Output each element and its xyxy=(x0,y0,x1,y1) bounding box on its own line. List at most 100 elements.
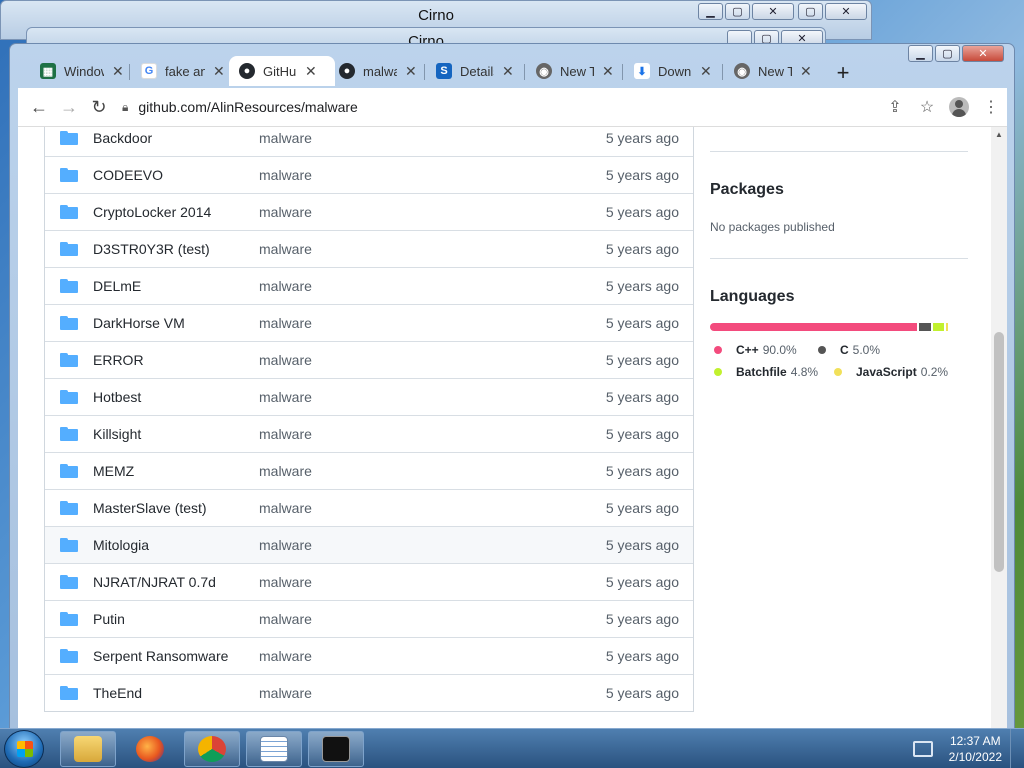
file-name-link[interactable]: Hotbest xyxy=(93,389,141,405)
tab-label: malware xyxy=(363,63,397,79)
profile-icon[interactable] xyxy=(947,92,971,122)
file-row[interactable]: CryptoLocker 2014 malware 5 years ago xyxy=(45,193,693,230)
file-name-link[interactable]: CryptoLocker 2014 xyxy=(93,204,211,220)
file-row[interactable]: NJRAT/NJRAT 0.7d malware 5 years ago xyxy=(45,563,693,600)
folder-icon xyxy=(60,686,78,700)
file-row[interactable]: CODEEVO malware 5 years ago xyxy=(45,156,693,193)
file-name-link[interactable]: TheEnd xyxy=(93,685,142,701)
file-name-link[interactable]: D3STR0Y3R (test) xyxy=(93,241,210,257)
close-tab-icon[interactable]: ✕ xyxy=(502,63,514,80)
file-name-link[interactable]: Killsight xyxy=(93,426,141,442)
folder-icon xyxy=(60,464,78,478)
taskbar-cmd[interactable] xyxy=(308,731,364,767)
scroll-up-arrow-icon[interactable]: ▲ xyxy=(995,130,1003,139)
reload-icon[interactable]: ↻ xyxy=(84,92,114,122)
commit-message-link[interactable]: malware xyxy=(259,537,312,553)
close-tab-icon[interactable]: ✕ xyxy=(800,63,812,80)
file-name-link[interactable]: CODEEVO xyxy=(93,167,163,183)
menu-kebab-icon[interactable]: ⋮ xyxy=(979,92,1003,122)
language-legend-item[interactable]: Batchfile 4.8% xyxy=(714,365,818,379)
commit-message-link[interactable]: malware xyxy=(259,130,312,146)
file-row[interactable]: DELmE malware 5 years ago xyxy=(45,267,693,304)
share-icon[interactable]: ⇪ xyxy=(883,92,907,122)
commit-message-link[interactable]: malware xyxy=(259,167,312,183)
file-name-link[interactable]: Putin xyxy=(93,611,125,627)
commit-message-link[interactable]: malware xyxy=(259,278,312,294)
close-tab-icon[interactable]: ✕ xyxy=(700,63,712,80)
file-row[interactable]: Killsight malware 5 years ago xyxy=(45,415,693,452)
address-bar[interactable]: 🔒︎ github.com/AlinResources/malware xyxy=(122,92,912,122)
maximize-button[interactable]: ▢ xyxy=(798,3,823,20)
scrollbar-thumb[interactable] xyxy=(994,332,1004,572)
taskbar-file-explorer[interactable] xyxy=(60,731,116,767)
file-row[interactable]: TheEnd malware 5 years ago xyxy=(45,674,693,711)
file-name-link[interactable]: DarkHorse VM xyxy=(93,315,185,331)
file-name-link[interactable]: ERROR xyxy=(93,352,144,368)
file-row[interactable]: DarkHorse VM malware 5 years ago xyxy=(45,304,693,341)
maximize-button[interactable]: ▢ xyxy=(725,3,750,20)
tab-windows-defender[interactable]: ▦ Windows Defender ✕ xyxy=(30,56,134,86)
start-button[interactable] xyxy=(4,730,44,768)
file-row[interactable]: MasterSlave (test) malware 5 years ago xyxy=(45,489,693,526)
close-tab-icon[interactable]: ✕ xyxy=(112,63,124,80)
file-row[interactable]: Hotbest malware 5 years ago xyxy=(45,378,693,415)
taskbar-notepad[interactable] xyxy=(246,731,302,767)
back-arrow-icon[interactable]: ← xyxy=(24,92,54,122)
commit-message-link[interactable]: malware xyxy=(259,426,312,442)
close-tab-icon[interactable]: ✕ xyxy=(305,63,317,80)
commit-message-link[interactable]: malware xyxy=(259,574,312,590)
taskbar-firefox[interactable] xyxy=(122,731,178,767)
file-name-link[interactable]: NJRAT/NJRAT 0.7d xyxy=(93,574,216,590)
close-tab-icon[interactable]: ✕ xyxy=(213,63,225,80)
network-icon[interactable] xyxy=(912,741,933,757)
file-row[interactable]: D3STR0Y3R (test) malware 5 years ago xyxy=(45,230,693,267)
file-name-link[interactable]: Mitologia xyxy=(93,537,149,553)
file-row[interactable]: ERROR malware 5 years ago xyxy=(45,341,693,378)
commit-message-link[interactable]: malware xyxy=(259,241,312,257)
show-desktop-button[interactable] xyxy=(1010,729,1024,768)
tab-label: fake antivirus xyxy=(165,63,205,79)
tab-new-tab[interactable]: ◉ New Tab ✕ xyxy=(526,56,624,86)
commit-message-link[interactable]: malware xyxy=(259,352,312,368)
close-button[interactable]: ✕ xyxy=(752,3,794,20)
bookmark-star-icon[interactable]: ☆ xyxy=(915,92,939,122)
taskbar-chrome[interactable] xyxy=(184,731,240,767)
tab-github[interactable]: ● GitHub ✕ xyxy=(229,56,335,86)
tab-fake-antivirus[interactable]: G fake antivirus ✕ xyxy=(131,56,235,86)
file-name-link[interactable]: DELmE xyxy=(93,278,141,294)
tab-downloads[interactable]: ⬇ Downloads ✕ xyxy=(624,56,722,86)
commit-message-link[interactable]: malware xyxy=(259,315,312,331)
commit-message-link[interactable]: malware xyxy=(259,611,312,627)
commit-message-link[interactable]: malware xyxy=(259,685,312,701)
file-row[interactable]: MEMZ malware 5 years ago xyxy=(45,452,693,489)
vertical-scrollbar[interactable]: ▲ xyxy=(991,127,1007,738)
commit-message-link[interactable]: malware xyxy=(259,463,312,479)
file-name-link[interactable]: MEMZ xyxy=(93,463,134,479)
commit-message-link[interactable]: malware xyxy=(259,500,312,516)
close-tab-icon[interactable]: ✕ xyxy=(602,63,614,80)
new-tab-button[interactable]: + xyxy=(829,60,857,85)
tab-new-tab-2[interactable]: ◉ New Tab ✕ xyxy=(724,56,822,86)
forward-arrow-icon[interactable]: → xyxy=(54,92,84,122)
tab-details[interactable]: S Details ✕ xyxy=(426,56,524,86)
file-row[interactable]: Mitologia malware 5 years ago xyxy=(45,526,693,563)
language-legend-item[interactable]: C++ 90.0% xyxy=(714,343,797,357)
clock[interactable]: 12:37 AM 2/10/2022 xyxy=(949,733,1002,765)
file-name-link[interactable]: Serpent Ransomware xyxy=(93,648,228,664)
file-name-link[interactable]: Backdoor xyxy=(93,130,152,146)
close-button[interactable]: ✕ xyxy=(825,3,867,20)
file-name-link[interactable]: MasterSlave (test) xyxy=(93,500,207,516)
commit-message-link[interactable]: malware xyxy=(259,648,312,664)
minimize-button[interactable]: ▁ xyxy=(698,3,723,20)
file-row[interactable]: Backdoor malware 5 years ago xyxy=(45,127,693,156)
packages-heading[interactable]: Packages xyxy=(710,181,784,199)
lock-icon[interactable]: 🔒︎ xyxy=(122,100,128,115)
language-legend-item[interactable]: JavaScript 0.2% xyxy=(834,365,948,379)
file-row[interactable]: Putin malware 5 years ago xyxy=(45,600,693,637)
language-legend-item[interactable]: C 5.0% xyxy=(818,343,880,357)
close-tab-icon[interactable]: ✕ xyxy=(405,63,417,80)
tab-malware[interactable]: ● malware ✕ xyxy=(329,56,427,86)
commit-message-link[interactable]: malware xyxy=(259,204,312,220)
file-row[interactable]: Serpent Ransomware malware 5 years ago xyxy=(45,637,693,674)
commit-message-link[interactable]: malware xyxy=(259,389,312,405)
